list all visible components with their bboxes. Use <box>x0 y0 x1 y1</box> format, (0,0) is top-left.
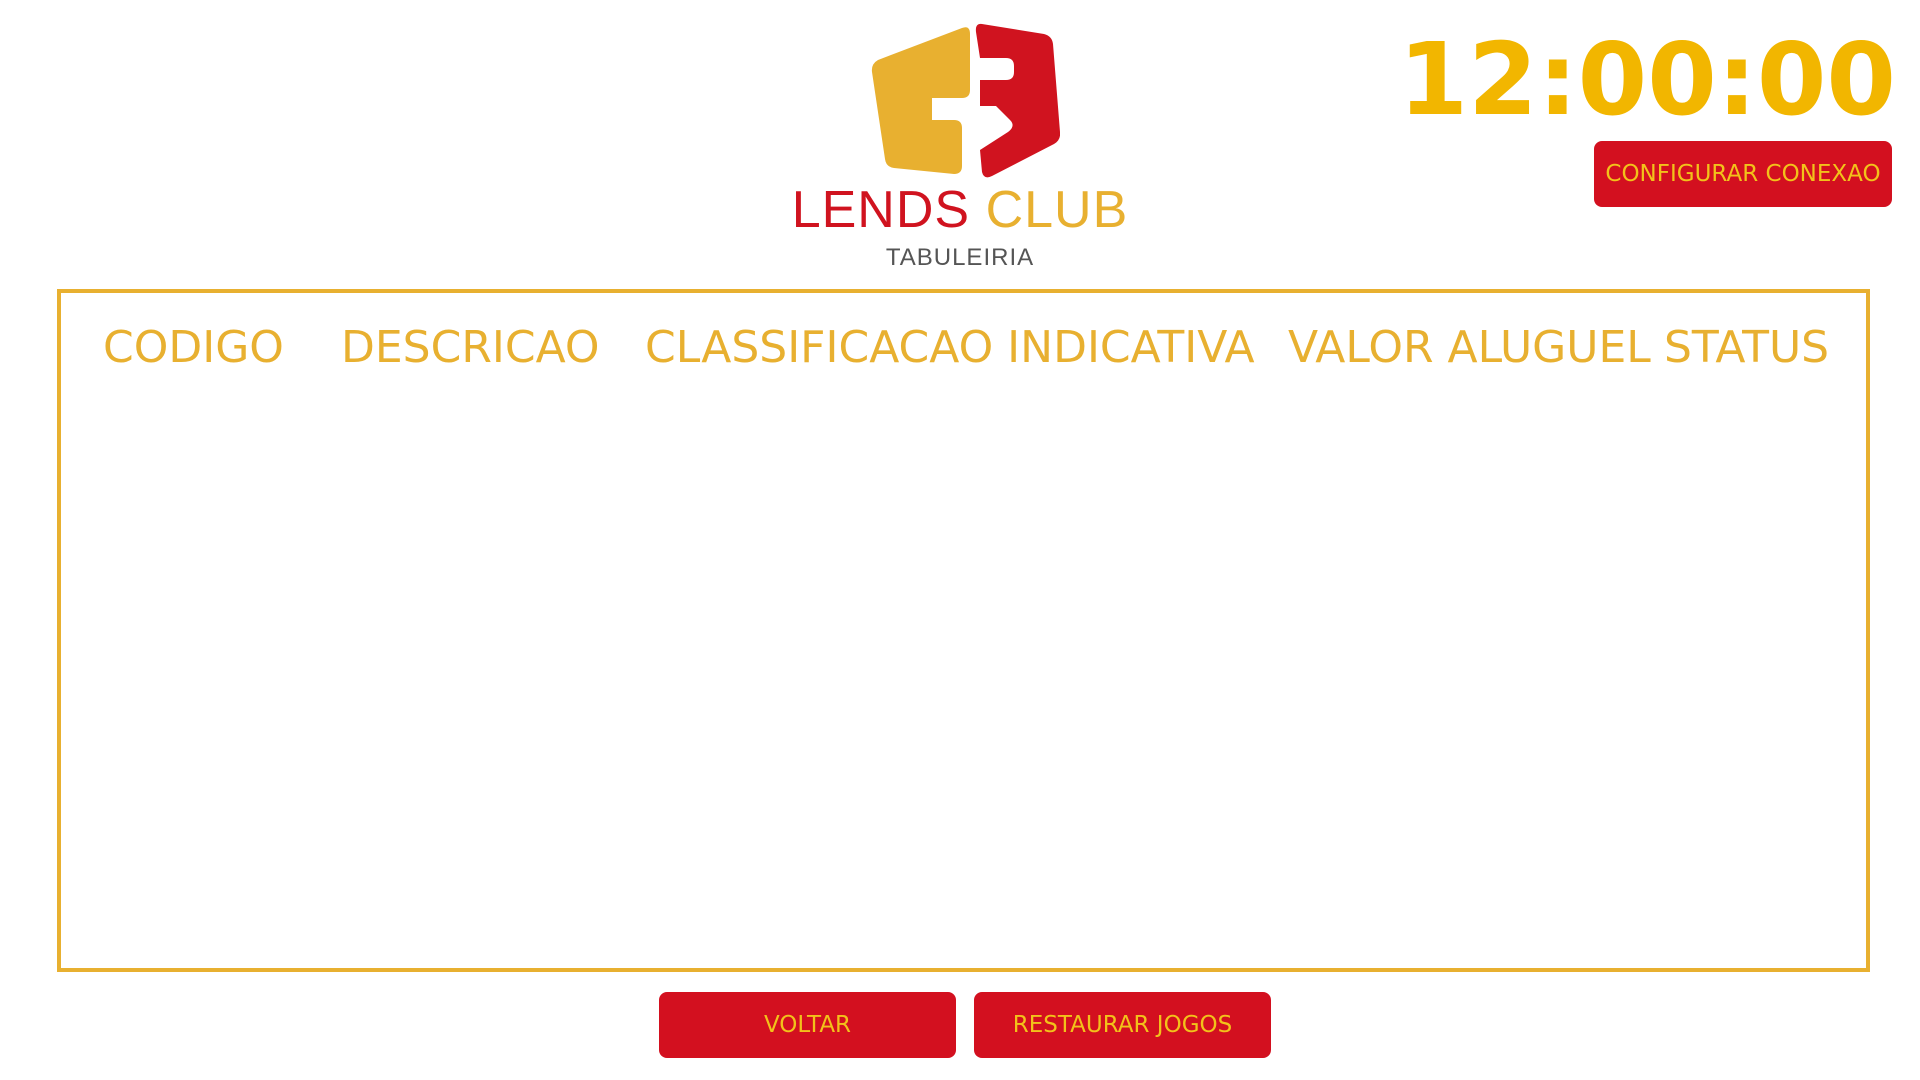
logo-title-lends: LENDS <box>791 181 971 239</box>
clock-display: 12:00:00 <box>1398 21 1896 138</box>
lends-club-logo: LENDS CLUB TABULEIRIA <box>780 14 1140 271</box>
column-header-classificacao: CLASSIFICACAO INDICATIVA <box>645 322 1255 373</box>
logo-title-club: CLUB <box>985 181 1129 239</box>
logo-subtitle: TABULEIRIA <box>885 244 1035 271</box>
column-header-descricao: DESCRICAO <box>341 322 600 373</box>
games-table: CODIGO DESCRICAO CLASSIFICACAO INDICATIV… <box>57 289 1870 972</box>
column-header-valor-aluguel: VALOR ALUGUEL <box>1288 322 1651 373</box>
logo-mark-icon <box>871 23 1060 178</box>
logo-title: LENDS CLUB <box>780 180 1140 240</box>
back-button[interactable]: VOLTAR <box>659 992 956 1058</box>
restore-games-button[interactable]: RESTAURAR JOGOS <box>974 992 1271 1058</box>
column-header-status: STATUS <box>1664 322 1830 373</box>
table-body[interactable] <box>61 393 1866 968</box>
configure-connection-button[interactable]: CONFIGURAR CONEXAO <box>1594 141 1892 207</box>
page: LENDS CLUB TABULEIRIA 12:00:00 CONFIGURA… <box>0 0 1920 1080</box>
column-header-codigo: CODIGO <box>103 322 284 373</box>
